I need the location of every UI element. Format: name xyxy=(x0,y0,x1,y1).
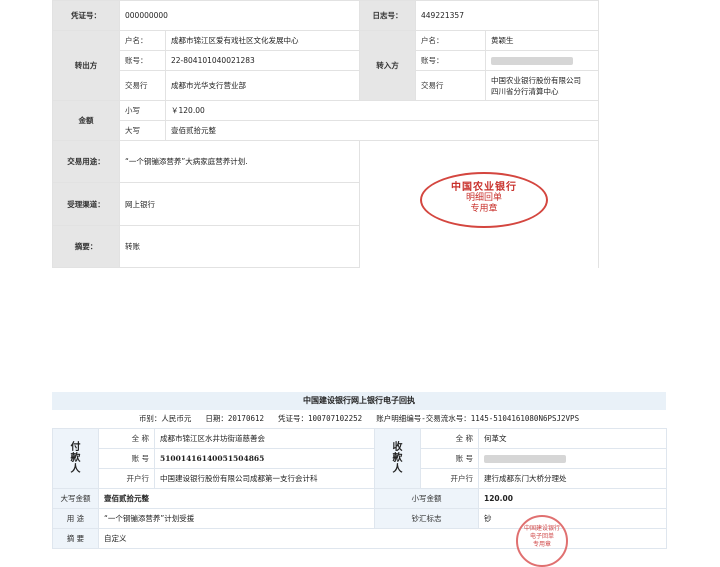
ccb-receipt-title: 中国建设银行网上银行电子回执 xyxy=(52,392,666,410)
big-value: 壹佰贰拾元整 xyxy=(164,120,600,141)
use-label: 用 途 xyxy=(52,508,99,529)
out-name-label: 户名： xyxy=(119,30,166,51)
ccb-receipt-table: 付 款 人 全 称 成都市锦江区水井坊街道慈善会 收 款 人 全 称 何革文 账… xyxy=(52,428,667,549)
in-bank-label: 交易行 xyxy=(415,70,487,101)
in-bank-line2: 四川省分行清算中心 xyxy=(491,86,559,96)
payer-name-label: 全 称 xyxy=(98,428,155,449)
seal2-line3: 专用章 xyxy=(532,541,551,548)
seal2-line2: 电子回单 xyxy=(529,533,554,540)
big-amount-label: 大写金额 xyxy=(52,488,99,509)
out-name-value: 成都市锦江区爱有戏社区文化发展中心 xyxy=(164,30,361,51)
voucher2-label: 凭证号： xyxy=(278,414,309,423)
seal1-line3: 专用章 xyxy=(470,204,498,214)
ccb-receipt: 中国建设银行网上银行电子回执 币别：人民币元 日期：20170612 凭证号：1… xyxy=(52,392,667,549)
summary-label: 摘要： xyxy=(52,225,120,268)
in-bank-value: 中国农业银行股份有限公司 四川省分行清算中心 xyxy=(485,70,600,101)
out-acct-label: 账号： xyxy=(119,50,166,71)
out-acct-value: 22-804101040021283 xyxy=(164,50,361,71)
payer-acct-label: 账 号 xyxy=(98,448,155,469)
voucher: 凭证号：100707102252 xyxy=(278,410,362,428)
payer-acct-value: 51001416140051504865 xyxy=(154,448,375,469)
seal1-line1: 中国农业银行 xyxy=(451,182,517,193)
payee-label: 收 款 人 xyxy=(374,428,421,489)
payer-bank-value: 中国建设银行股份有限公司成都第一支行会计科 xyxy=(154,468,375,489)
date-label: 日期： xyxy=(205,414,228,423)
seal1-line2: 明细回单 xyxy=(465,193,502,203)
payer-bank-label: 开户行 xyxy=(98,468,155,489)
seal2-line1: 中国建设银行 xyxy=(523,525,560,532)
voucher2-value: 100707102252 xyxy=(308,414,363,423)
purpose-label: 交易用途： xyxy=(52,140,120,183)
cash-value: 钞 xyxy=(478,508,667,529)
small-amount-label: 小写金额 xyxy=(374,488,479,509)
payee-name-label: 全 称 xyxy=(420,428,479,449)
cash-label: 钞汇标志 xyxy=(374,508,479,529)
abc-seal-stamp: 中国农业银行 明细回单 专用章 xyxy=(420,172,548,228)
serial-value: 1145-5104161080N6PSJ2VPS xyxy=(470,414,580,423)
in-acct-label: 账号： xyxy=(415,50,487,71)
payer-name-value: 成都市锦江区水井坊街道慈善会 xyxy=(154,428,375,449)
serial-label: 账户明细编号-交易流水号： xyxy=(376,414,471,423)
summary2-label: 摘 要 xyxy=(52,528,99,549)
payee-name-value: 何革文 xyxy=(478,428,667,449)
currency: 币别：人民币元 xyxy=(139,410,192,428)
out-party-label: 转出方 xyxy=(52,30,120,101)
in-bank-line1: 中国农业银行股份有限公司 xyxy=(491,75,582,85)
abc-receipt-table: 凭证号： 000000000 日志号： 449221357 转出方 户名： 成都… xyxy=(52,0,600,268)
channel-value: 网上银行 xyxy=(118,182,361,226)
log-label: 日志号： xyxy=(359,0,417,31)
currency-label: 币别： xyxy=(138,414,162,423)
voucher-label: 凭证号： xyxy=(52,0,120,31)
big-amount-value: 壹佰贰拾元整 xyxy=(98,488,375,509)
summary2-value: 自定义 xyxy=(98,528,667,549)
payer-label: 付 款 人 xyxy=(52,428,99,489)
in-name-label: 户名： xyxy=(415,30,487,51)
serial: 账户明细编号-交易流水号：1145-5104161080N6PSJ2VPS xyxy=(376,410,579,428)
in-party-label: 转入方 xyxy=(359,30,417,101)
small-value: ￥120.00 xyxy=(164,100,600,121)
small-label: 小写 xyxy=(119,100,166,121)
redacted-account xyxy=(491,57,574,65)
payee-acct-value xyxy=(478,448,667,469)
ccb-receipt-meta: 币别：人民币元 日期：20170612 凭证号：100707102252 账户明… xyxy=(52,410,666,428)
payee-bank-label: 开户行 xyxy=(420,468,479,489)
in-acct-value xyxy=(485,50,600,71)
out-bank-label: 交易行 xyxy=(119,70,166,101)
date: 日期：20170612 xyxy=(205,410,264,428)
purpose-value: “一个钢镚添营养”大病家庭营养计划. xyxy=(118,140,361,183)
big-label: 大写 xyxy=(119,120,166,141)
channel-label: 受理渠道： xyxy=(52,182,120,226)
voucher-value: 000000000 xyxy=(118,0,361,31)
date-value: 20170612 xyxy=(227,414,265,423)
out-bank-value: 成都市光华支行营业部 xyxy=(164,70,361,101)
log-value: 449221357 xyxy=(415,0,600,31)
in-name-value: 黄颖生 xyxy=(485,30,600,51)
small-amount-value: 120.00 xyxy=(478,488,667,509)
redacted-account xyxy=(484,455,566,463)
amount-label: 金额 xyxy=(52,100,120,141)
currency-value: 人民币元 xyxy=(161,414,192,423)
payee-bank-value: 建行成都东门大桥分理处 xyxy=(478,468,667,489)
ccb-seal-stamp: 中国建设银行 电子回单 专用章 xyxy=(516,515,568,567)
summary-value: 转账 xyxy=(118,225,361,268)
payee-acct-label: 账 号 xyxy=(420,448,479,469)
use-value: “一个钢镚添营养”计划受援 xyxy=(98,508,375,529)
